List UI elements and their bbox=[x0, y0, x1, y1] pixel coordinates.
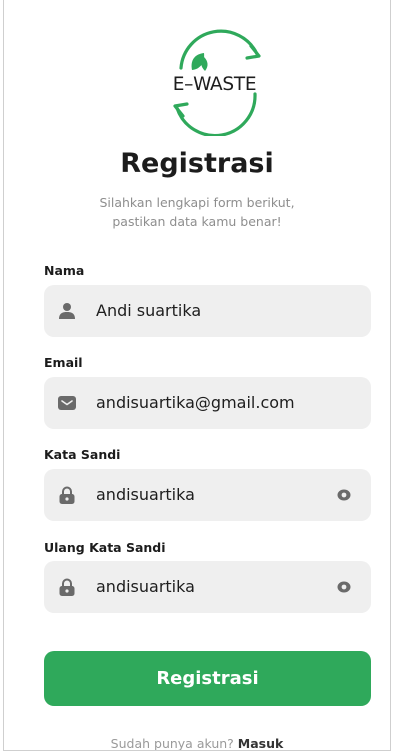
logo-text: E–WASTE bbox=[172, 74, 257, 95]
eye-icon[interactable] bbox=[337, 581, 351, 593]
name-label: Nama bbox=[44, 263, 85, 278]
password-label: Kata Sandi bbox=[44, 447, 121, 462]
register-button[interactable]: Registrasi bbox=[44, 651, 371, 706]
email-field[interactable]: andisuartika@gmail.com bbox=[44, 377, 371, 429]
eye-icon[interactable] bbox=[337, 489, 351, 501]
e-waste-logo: E–WASTE bbox=[157, 24, 277, 136]
email-label: Email bbox=[44, 355, 83, 370]
email-value: andisuartika@gmail.com bbox=[96, 393, 295, 412]
name-field[interactable]: Andi suartika bbox=[44, 285, 371, 337]
subtitle-line-1: Silahkan lengkapi form berikut, bbox=[99, 195, 295, 210]
registration-screen: E–WASTE Registrasi Silahkan lengkapi for… bbox=[3, 0, 391, 751]
confirm-password-value: andisuartika bbox=[96, 577, 195, 596]
login-prompt-text: Sudah punya akun? bbox=[110, 736, 234, 751]
envelope-icon bbox=[58, 396, 76, 410]
subtitle-line-2: pastikan data kamu benar! bbox=[112, 214, 282, 229]
password-field[interactable]: andisuartika bbox=[44, 469, 371, 521]
page-title: Registrasi bbox=[120, 148, 274, 179]
confirm-password-field[interactable]: andisuartika bbox=[44, 561, 371, 613]
confirm-password-label: Ulang Kata Sandi bbox=[44, 540, 166, 555]
name-value: Andi suartika bbox=[96, 301, 202, 320]
lock-icon bbox=[59, 578, 75, 596]
lock-icon bbox=[59, 486, 75, 504]
password-value: andisuartika bbox=[96, 485, 195, 504]
login-prompt: Sudah punya akun? Masuk bbox=[4, 736, 390, 751]
page-subtitle: Silahkan lengkapi form berikut, pastikan… bbox=[4, 193, 390, 231]
login-link[interactable]: Masuk bbox=[238, 736, 284, 750]
user-icon bbox=[59, 303, 75, 319]
